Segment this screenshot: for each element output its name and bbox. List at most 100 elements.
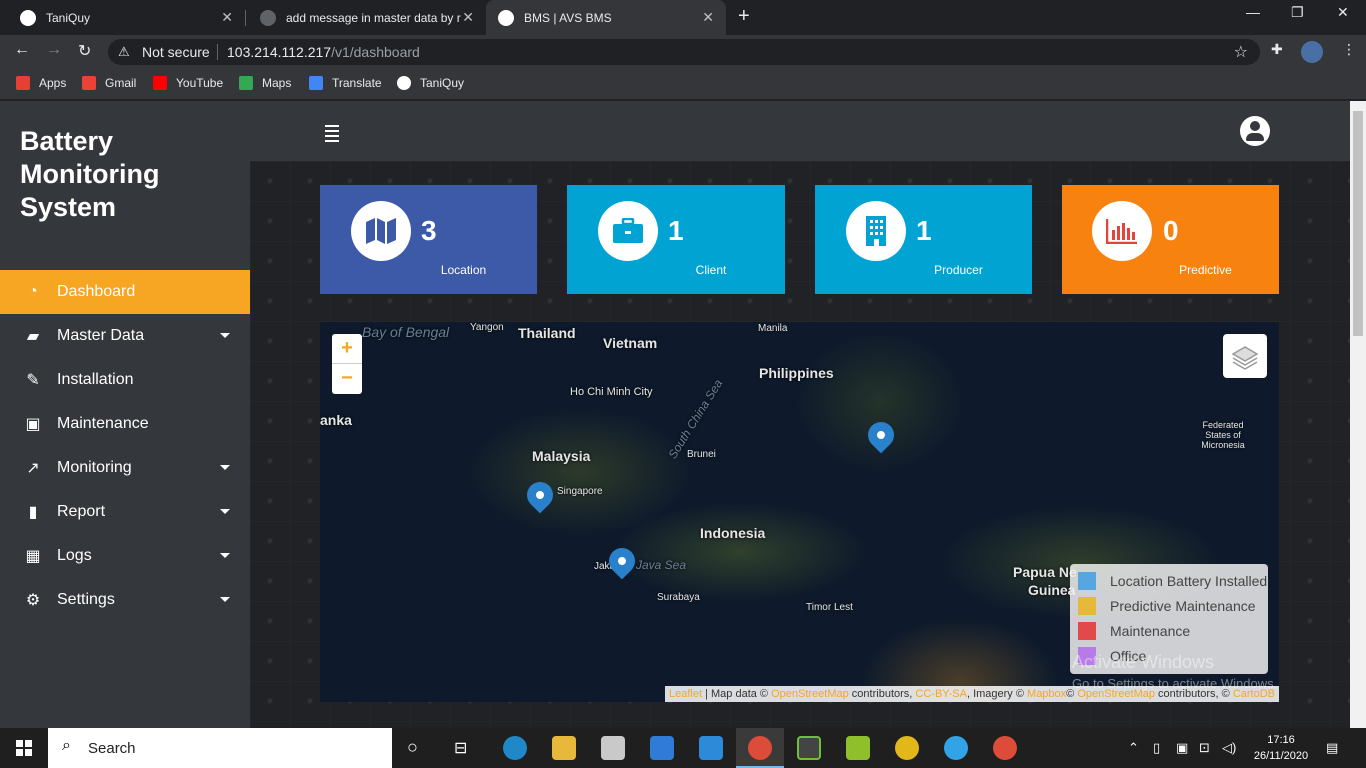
map-label: Malaysia	[532, 448, 591, 464]
legend-label: Predictive Maintenance	[1110, 598, 1256, 614]
forward-arrow-icon[interactable]: →	[46, 41, 62, 59]
sidebar-item-settings[interactable]: ⚙ Settings	[0, 578, 250, 622]
map-label: Singapore	[557, 486, 603, 497]
omnibox-divider	[217, 44, 218, 60]
mapbox-link[interactable]: Mapbox	[1027, 688, 1066, 700]
network-icon[interactable]: ⊡	[1199, 740, 1210, 756]
layers-icon[interactable]	[1223, 334, 1267, 378]
scrollbar-thumb[interactable]	[1353, 111, 1363, 336]
stat-card-producer[interactable]: 1 Producer	[815, 185, 1032, 294]
bookmark-apps[interactable]: Apps	[16, 76, 66, 90]
legend-swatch	[1078, 597, 1096, 615]
taskbar-search-box[interactable]: ⌕ Search	[48, 728, 392, 768]
store-icon[interactable]	[601, 736, 625, 760]
translate-icon	[309, 76, 323, 90]
sidebar-item-report[interactable]: ▮ Report	[0, 490, 250, 534]
stat-card-location[interactable]: 3 Location	[320, 185, 537, 294]
bookmark-taniquy[interactable]: TaniQuy	[397, 76, 464, 90]
url-text[interactable]: 103.214.112.217/v1/dashboard	[227, 44, 420, 60]
gmail-icon	[82, 76, 96, 90]
stat-card-predictive[interactable]: 0 Predictive	[1062, 185, 1279, 294]
vscode-icon[interactable]	[699, 736, 723, 760]
sidebar-item-label: Installation	[57, 371, 134, 388]
task-view-icon[interactable]: ⊟	[454, 738, 467, 758]
sidebar-item-monitoring[interactable]: ↗ Monitoring	[0, 446, 250, 490]
reload-icon[interactable]: ↻	[78, 41, 91, 61]
map-marker[interactable]	[862, 416, 900, 454]
osm-link[interactable]: OpenStreetMap	[771, 688, 849, 700]
cortana-icon[interactable]: ○	[407, 737, 418, 758]
security-status[interactable]: Not secure	[142, 44, 210, 60]
globe-icon	[498, 9, 514, 26]
profile-avatar-icon[interactable]	[1301, 41, 1323, 63]
location-map[interactable]: Bay of Bengal Yangon Thailand Vietnam Ma…	[320, 322, 1279, 702]
display-icon[interactable]: ▣	[1176, 740, 1188, 756]
chrome-icon[interactable]	[993, 736, 1017, 760]
bookmark-maps[interactable]: Maps	[239, 76, 291, 90]
omnibox[interactable]: ⚠ Not secure 103.214.112.217/v1/dashboar…	[108, 39, 1260, 65]
zoom-in-button[interactable]: +	[332, 334, 362, 364]
building-icon	[846, 201, 906, 261]
system-clock[interactable]: 17:16 26/11/2020	[1246, 732, 1316, 764]
hamburger-menu-icon[interactable]	[325, 125, 339, 145]
bookmark-gmail[interactable]: Gmail	[82, 76, 136, 90]
mail-icon[interactable]	[650, 736, 674, 760]
page-scrollbar[interactable]	[1350, 101, 1366, 728]
apps-grid-icon	[16, 76, 30, 90]
license-link[interactable]: CC-BY-SA	[915, 688, 967, 700]
more-menu-icon[interactable]: ⋮	[1342, 41, 1356, 58]
heidisql-icon[interactable]	[895, 736, 919, 760]
map-marker[interactable]	[603, 542, 641, 580]
stat-card-client[interactable]: 1 Client	[567, 185, 785, 294]
tray-chevron-icon[interactable]: ⌃	[1128, 740, 1139, 756]
usb-icon[interactable]: ▯	[1153, 740, 1160, 756]
close-tab-icon[interactable]: ✕	[221, 9, 233, 26]
close-tab-icon[interactable]: ✕	[462, 9, 474, 26]
stat-value: 0	[1163, 215, 1179, 246]
sidebar-item-installation[interactable]: ✎ Installation	[0, 358, 250, 402]
sidebar-item-dashboard[interactable]: ◔ Dashboard	[0, 270, 250, 314]
legend-row: Maintenance	[1078, 622, 1190, 640]
volume-icon[interactable]: ◁)	[1222, 740, 1236, 756]
zoom-out-button[interactable]: −	[332, 364, 362, 394]
stat-value: 3	[421, 215, 437, 246]
git-icon[interactable]	[797, 736, 821, 760]
restore-icon[interactable]: ❐	[1291, 4, 1304, 21]
browser-tab-bms[interactable]: BMS | AVS BMS ✕	[486, 0, 726, 35]
back-arrow-icon[interactable]: ←	[14, 41, 30, 59]
close-tab-icon[interactable]: ✕	[702, 9, 714, 26]
bookmark-youtube[interactable]: YouTube	[153, 76, 223, 90]
file-explorer-icon[interactable]	[552, 736, 576, 760]
attribution-text: | Map data ©	[702, 688, 772, 700]
map-marker[interactable]	[521, 476, 559, 514]
lambda-app-icon[interactable]	[846, 736, 870, 760]
sidebar-item-maintenance[interactable]: ▣ Maintenance	[0, 402, 250, 446]
legend-label: Maintenance	[1110, 623, 1191, 639]
edge-icon[interactable]	[503, 736, 527, 760]
minimize-icon[interactable]: —	[1246, 4, 1260, 20]
chrome-icon[interactable]	[748, 736, 772, 760]
tab-title: add message in master data by r	[286, 10, 461, 25]
search-icon: ⌕	[62, 737, 71, 754]
bookmarks-bar: Apps Gmail YouTube Maps Translate TaniQu…	[0, 68, 1366, 100]
windows-start-icon[interactable]	[16, 740, 32, 756]
browser-tab-taniquy[interactable]: TaniQuy ✕	[0, 0, 245, 35]
close-window-icon[interactable]: ✕	[1337, 4, 1349, 21]
caret-down-icon	[220, 597, 230, 602]
leaflet-link[interactable]: Leaflet	[669, 688, 702, 700]
map-label: Yangon	[470, 322, 504, 333]
browser-tab-github[interactable]: add message in master data by r ✕	[246, 0, 486, 35]
new-tab-button[interactable]: +	[738, 5, 750, 28]
stat-label: Location	[440, 263, 487, 277]
notifications-icon[interactable]: ▤	[1326, 740, 1338, 756]
youtube-icon	[153, 76, 167, 90]
user-account-icon[interactable]	[1240, 116, 1270, 146]
sidebar-item-master-data[interactable]: ▰ Master Data	[0, 314, 250, 358]
bookmark-star-icon[interactable]: ☆	[1234, 42, 1248, 62]
warning-icon[interactable]: ⚠	[118, 44, 130, 60]
sidebar-item-logs[interactable]: ▦ Logs	[0, 534, 250, 578]
dashboard-content: 3 Location 1 Client 1 Producer 0 Predict…	[250, 161, 1350, 728]
bookmark-translate[interactable]: Translate	[309, 76, 382, 90]
extensions-puzzle-icon[interactable]: ✚	[1271, 41, 1283, 58]
onedrive-icon[interactable]	[944, 736, 968, 760]
